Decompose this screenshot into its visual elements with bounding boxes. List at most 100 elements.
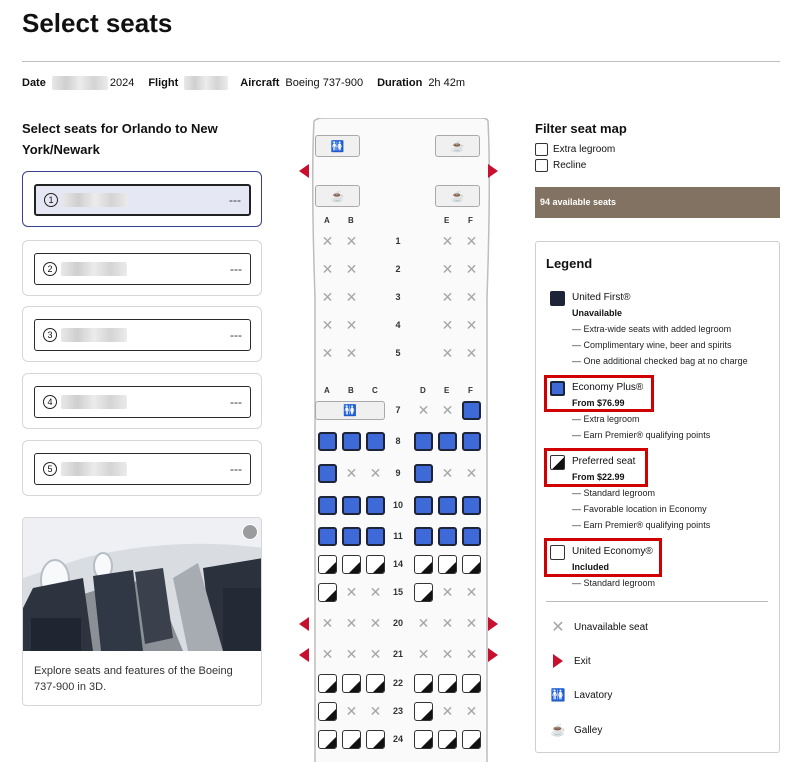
row-number: 22 — [392, 678, 403, 688]
seat-preferred[interactable] — [414, 555, 433, 574]
seat-preferred[interactable] — [318, 583, 337, 602]
seat-economy-plus[interactable] — [414, 527, 433, 546]
seat-economy-plus[interactable] — [318, 432, 337, 451]
available-seats-banner: 94 available seats — [535, 187, 780, 218]
checkbox[interactable] — [535, 143, 548, 156]
seat-unavailable: ✕ — [321, 261, 334, 277]
seat-preferred[interactable] — [414, 674, 433, 693]
column-label: C — [372, 386, 378, 395]
seat-unavailable: ✕ — [441, 584, 454, 600]
passenger-card-4[interactable]: 4 --- — [22, 373, 262, 429]
seat-unavailable: ✕ — [345, 317, 358, 333]
row-number: 3 — [395, 292, 401, 302]
passenger-selector[interactable]: 2 --- — [34, 253, 251, 285]
passenger-selector[interactable]: 4 --- — [34, 386, 251, 418]
aircraft-value: Boeing 737-900 — [285, 77, 364, 89]
seat-preferred[interactable] — [342, 730, 361, 749]
seat-preferred[interactable] — [414, 730, 433, 749]
seat-unavailable: ✕ — [321, 345, 334, 361]
checkbox[interactable] — [535, 159, 548, 172]
seat-preferred[interactable] — [366, 674, 385, 693]
seat-economy-plus[interactable] — [414, 496, 433, 515]
passenger-selector[interactable]: 5 --- — [34, 453, 251, 485]
seat-preferred[interactable] — [318, 702, 337, 721]
row-number: 21 — [392, 649, 403, 659]
seat-unavailable: ✕ — [369, 465, 382, 481]
exit-arrow-icon — [550, 653, 566, 669]
filter-recline[interactable]: Recline — [535, 159, 586, 172]
unavailable-x-icon: ✕ — [551, 619, 565, 636]
filter-extra-legroom[interactable]: Extra legroom — [535, 143, 615, 156]
passenger-card-5[interactable]: 5 --- — [22, 440, 262, 496]
seat-economy-plus[interactable] — [462, 496, 481, 515]
column-label: A — [324, 216, 330, 225]
seat-economy-plus[interactable] — [318, 527, 337, 546]
seat-unavailable: ✕ — [369, 584, 382, 600]
seat-economy-plus[interactable] — [318, 496, 337, 515]
seat-economy-plus[interactable] — [438, 527, 457, 546]
seat-preferred[interactable] — [414, 702, 433, 721]
aircraft-label: Aircraft — [240, 77, 280, 89]
seat-economy-plus[interactable] — [438, 432, 457, 451]
redacted-passenger-name — [62, 193, 128, 207]
passenger-selector[interactable]: 3 --- — [34, 319, 251, 351]
seat-economy-plus[interactable] — [462, 527, 481, 546]
seat-preferred[interactable] — [318, 730, 337, 749]
united-first-swatch — [550, 291, 565, 306]
seat-economy-plus[interactable] — [342, 432, 361, 451]
passenger-seat: --- — [229, 193, 241, 207]
seat-preferred[interactable] — [438, 730, 457, 749]
seat-unavailable: ✕ — [369, 615, 382, 631]
seat-economy-plus[interactable] — [366, 432, 385, 451]
seat-economy-plus[interactable] — [414, 464, 433, 483]
seat-preferred[interactable] — [438, 555, 457, 574]
seat-preferred[interactable] — [438, 674, 457, 693]
seat-preferred[interactable] — [414, 583, 433, 602]
redacted-flight — [184, 76, 229, 90]
passenger-card-3[interactable]: 3 --- — [22, 306, 262, 362]
exit-arrow-icon — [299, 617, 309, 631]
seat-economy-plus[interactable] — [318, 464, 337, 483]
seat-preferred[interactable] — [318, 674, 337, 693]
seat-economy-plus[interactable] — [462, 401, 481, 420]
seat-preferred[interactable] — [462, 555, 481, 574]
seat-unavailable: ✕ — [321, 615, 334, 631]
passenger-card-2[interactable]: 2 --- — [22, 240, 262, 296]
seat-preferred[interactable] — [342, 555, 361, 574]
seat-economy-plus[interactable] — [438, 496, 457, 515]
flight-label: Flight — [148, 77, 179, 89]
divider — [22, 61, 780, 62]
seat-unavailable: ✕ — [441, 317, 454, 333]
seat-economy-plus[interactable] — [414, 432, 433, 451]
seat-preferred[interactable] — [366, 555, 385, 574]
lavatory-icon: 🚻 — [550, 688, 566, 702]
seat-economy-plus[interactable] — [462, 432, 481, 451]
passenger-card-1[interactable]: 1 --- — [22, 171, 262, 227]
seat-preferred[interactable] — [366, 730, 385, 749]
expand-icon[interactable] — [242, 524, 258, 540]
seat-economy-plus[interactable] — [342, 496, 361, 515]
seat-economy-plus[interactable] — [366, 496, 385, 515]
seat-unavailable: ✕ — [321, 233, 334, 249]
passenger-number: 4 — [43, 395, 57, 409]
seat-economy-plus[interactable] — [342, 527, 361, 546]
row-number: 7 — [395, 405, 401, 415]
seat-unavailable: ✕ — [465, 317, 478, 333]
cabin-photo[interactable] — [23, 518, 261, 651]
seat-unavailable: ✕ — [441, 345, 454, 361]
row-number: 14 — [392, 559, 403, 569]
date-label: Date — [22, 77, 46, 89]
feature-text: — Earn Premier® qualifying points — [572, 520, 711, 530]
cabin-3d-tour-card[interactable]: Explore seats and features of the Boeing… — [22, 517, 262, 706]
segment-title: Select seats for Orlando to New York/New… — [22, 121, 218, 157]
seat-preferred[interactable] — [462, 674, 481, 693]
seat-preferred[interactable] — [462, 730, 481, 749]
redacted-passenger-name — [61, 462, 127, 476]
seat-preferred[interactable] — [318, 555, 337, 574]
seat-preferred[interactable] — [342, 674, 361, 693]
passenger-selector[interactable]: 1 --- — [34, 184, 251, 216]
seat-economy-plus[interactable] — [366, 527, 385, 546]
united-first-name: United First® — [572, 292, 631, 303]
seat-unavailable: ✕ — [369, 646, 382, 662]
seat-unavailable: ✕ — [321, 289, 334, 305]
